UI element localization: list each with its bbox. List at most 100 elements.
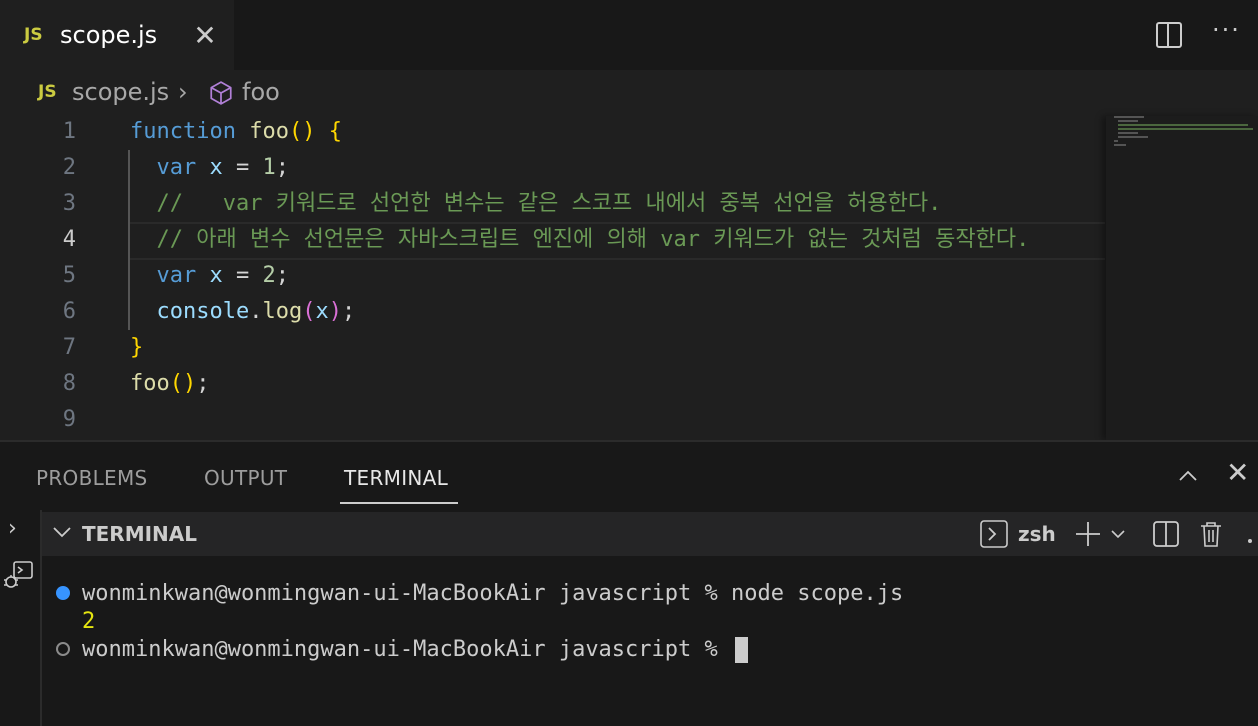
code-token: console <box>156 299 250 324</box>
code-token: var <box>156 263 197 288</box>
editor-tab-bar: JS scope.js ✕ ··· <box>0 0 1258 71</box>
bottom-panel: PROBLEMS OUTPUT TERMINAL ✕ › TERMINAL zs… <box>0 440 1258 726</box>
line-number: 2 <box>62 155 76 180</box>
code-token: . <box>249 299 263 324</box>
code-editor[interactable]: 123456789 function foo() { var x = 1; //… <box>0 116 1258 440</box>
more-actions-icon[interactable] <box>1246 530 1254 549</box>
code-line: console.log(x); <box>130 294 356 330</box>
breadcrumb-file[interactable]: scope.js <box>72 78 169 106</box>
chevron-right-icon[interactable]: › <box>8 516 17 541</box>
line-number: 4 <box>62 227 76 252</box>
debug-console-icon[interactable] <box>2 558 36 596</box>
code-line: var x = 1; <box>130 150 290 186</box>
terminal-header: TERMINAL zsh <box>42 512 1258 556</box>
code-line: foo(); <box>130 366 210 402</box>
terminal-dropdown-icon[interactable] <box>1110 526 1126 546</box>
close-icon[interactable]: ✕ <box>192 21 218 51</box>
line-number: 7 <box>62 335 76 360</box>
command-success-icon[interactable] <box>56 586 70 600</box>
line-number: 1 <box>62 119 76 144</box>
terminal-output[interactable]: wonminkwan@wonmingwan-ui-MacBookAir java… <box>42 556 1258 726</box>
code-token: } <box>130 335 144 360</box>
editor-actions: ··· <box>1148 16 1258 56</box>
minimap-line <box>1118 132 1138 134</box>
minimap-line <box>1114 144 1126 146</box>
code-token: = <box>222 263 263 288</box>
terminal-shell-icon <box>980 520 1008 552</box>
code-token: = <box>222 155 263 180</box>
code-token: x <box>209 263 223 288</box>
terminal-command-line: wonminkwan@wonmingwan-ui-MacBookAir java… <box>82 581 904 606</box>
minimap-line <box>1118 136 1148 138</box>
active-tab-indicator <box>340 502 458 504</box>
code-token: ; <box>275 263 289 288</box>
split-editor-icon[interactable] <box>1156 22 1182 48</box>
terminal-section-title[interactable]: TERMINAL <box>82 522 197 546</box>
terminal-cursor <box>735 637 749 663</box>
code-token: function <box>130 119 236 144</box>
code-token: ( <box>302 299 316 324</box>
line-number: 3 <box>62 191 76 216</box>
symbol-method-icon <box>208 80 234 110</box>
code-token: () <box>169 371 197 396</box>
code-token: ; <box>341 299 356 324</box>
line-number: 5 <box>62 263 76 288</box>
code-token: x <box>315 299 329 324</box>
terminal-prompt-line: wonminkwan@wonmingwan-ui-MacBookAir java… <box>82 636 749 664</box>
trash-icon[interactable] <box>1198 520 1224 552</box>
tab-problems[interactable]: PROBLEMS <box>36 466 148 490</box>
terminal-output-line: 2 <box>82 609 96 634</box>
terminal-side-strip: › <box>0 510 42 726</box>
add-terminal-icon[interactable] <box>1074 520 1102 552</box>
close-panel-icon[interactable]: ✕ <box>1226 456 1249 489</box>
tab-scope-js[interactable]: JS scope.js ✕ <box>0 0 234 71</box>
code-line: function foo() { <box>130 114 342 150</box>
code-line: } <box>130 330 143 366</box>
tab-terminal[interactable]: TERMINAL <box>344 466 448 490</box>
js-file-icon: JS <box>38 82 57 102</box>
split-terminal-icon[interactable] <box>1152 520 1180 552</box>
line-number: 9 <box>62 407 76 432</box>
code-token: ; <box>196 371 210 396</box>
minimap-line <box>1118 124 1248 126</box>
code-line: // 아래 변수 선언문은 자바스크립트 엔진에 의해 var 키워드가 없는 … <box>130 222 1030 258</box>
command-pending-icon[interactable] <box>56 642 70 656</box>
code-token: foo <box>249 119 289 144</box>
code-token: // var 키워드로 선언한 변수는 같은 스코프 내에서 중복 선언을 허용… <box>156 191 942 216</box>
code-token: 2 <box>262 263 276 288</box>
line-number: 8 <box>62 371 76 396</box>
code-line: var x = 2; <box>130 258 290 294</box>
breadcrumb: JS scope.js › foo <box>0 70 1258 116</box>
code-token: ) <box>328 299 342 324</box>
code-token: ; <box>275 155 289 180</box>
minimap-line <box>1118 128 1253 130</box>
chevron-down-icon[interactable] <box>52 522 72 547</box>
line-number: 6 <box>62 299 76 324</box>
minimap-line <box>1114 140 1118 142</box>
code-token: // 아래 변수 선언문은 자바스크립트 엔진에 의해 var 키워드가 없는 … <box>156 227 1030 252</box>
terminal-prompt: wonminkwan@wonmingwan-ui-MacBookAir java… <box>82 637 732 662</box>
code-token: foo <box>130 371 170 396</box>
code-token: x <box>209 155 223 180</box>
maximize-panel-icon[interactable] <box>1178 466 1198 486</box>
tab-output[interactable]: OUTPUT <box>204 466 287 490</box>
more-actions-icon[interactable]: ··· <box>1212 16 1241 44</box>
code-token: { <box>328 119 342 144</box>
code-line: // var 키워드로 선언한 변수는 같은 스코프 내에서 중복 선언을 허용… <box>130 186 942 222</box>
code-token: log <box>262 299 303 324</box>
tab-label: scope.js <box>60 21 158 49</box>
breadcrumb-symbol[interactable]: foo <box>242 78 280 106</box>
minimap[interactable] <box>1106 116 1258 440</box>
js-file-icon: JS <box>24 25 43 45</box>
breadcrumb-separator-icon: › <box>178 78 188 106</box>
terminal-shell-label[interactable]: zsh <box>1018 522 1056 546</box>
